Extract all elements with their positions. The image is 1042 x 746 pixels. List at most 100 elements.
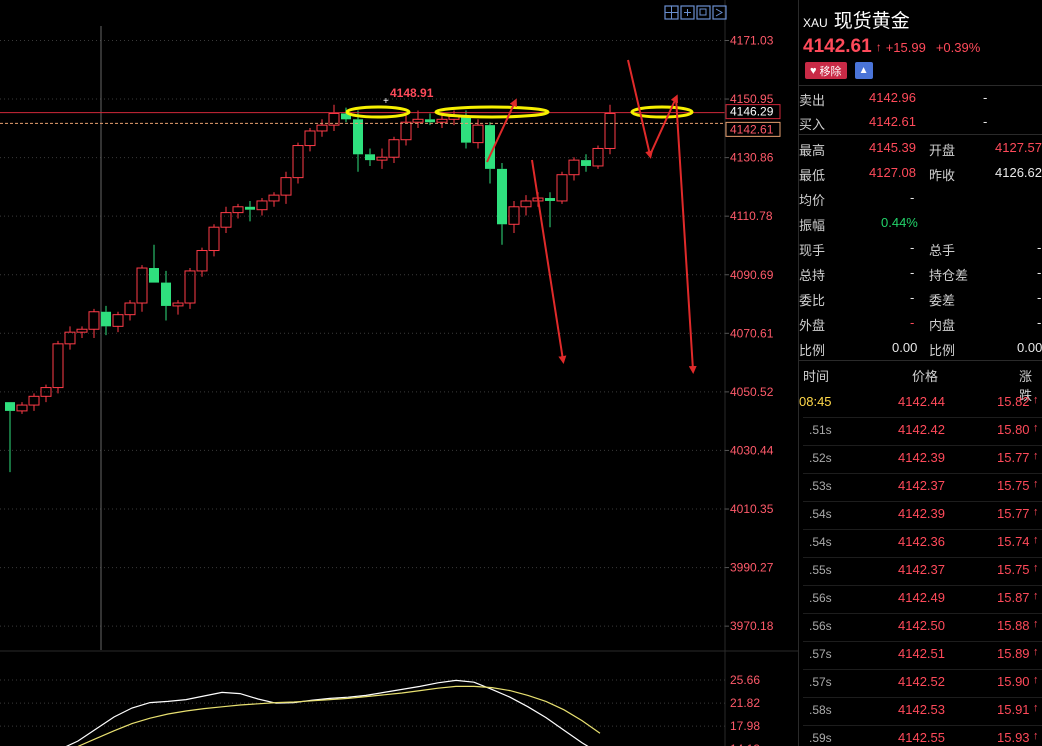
tick-time: .59s bbox=[809, 731, 832, 745]
col-price: 价格 bbox=[912, 369, 939, 384]
amplitude-row: 振幅 0.44% bbox=[799, 215, 918, 233]
tick-row: 08:45 4142.44 15.82 ↑ bbox=[799, 390, 1042, 418]
tick-price: 4142.37 bbox=[898, 478, 945, 493]
tick-time: .57s bbox=[809, 675, 832, 689]
candle-body bbox=[245, 206, 255, 210]
tick-time: .54s bbox=[809, 507, 832, 521]
tick-time: .52s bbox=[809, 451, 832, 465]
tick-row: .52s 4142.39 15.77 ↑ bbox=[799, 446, 1042, 474]
y-tick-label: 3970.18 bbox=[730, 619, 774, 633]
y-tick-label: 4110.78 bbox=[730, 209, 773, 223]
sub-y-tick-label: 14.13 bbox=[730, 742, 760, 746]
tick-time: .55s bbox=[809, 563, 832, 577]
sell-row: 卖出 4142.96 - bbox=[799, 90, 988, 108]
up-arrow-icon: ↑ bbox=[1033, 702, 1039, 714]
y-tick-label: 4130.86 bbox=[730, 151, 774, 165]
tick-time: .56s bbox=[809, 591, 832, 605]
ratio-row: 比例 0.00 比例 0.00 bbox=[799, 340, 1042, 358]
high-open-row: 最高 4145.39 开盘 4127.57 bbox=[799, 140, 1042, 158]
price-change: +15.99 bbox=[885, 39, 926, 55]
instrument-name: 现货黄金 bbox=[833, 10, 910, 32]
up-arrow-icon: ↑ bbox=[1033, 562, 1039, 574]
tick-change: 15.87 bbox=[997, 590, 1030, 605]
price-summary: 4142.61 ↑ +15.99 +0.39% bbox=[803, 36, 990, 58]
price-change-percent: +0.39% bbox=[935, 39, 981, 55]
tick-change: 15.93 bbox=[997, 730, 1030, 745]
outer-inner-row: 外盘 - 内盘 - bbox=[799, 315, 1042, 333]
alert-bell-button[interactable]: ▲ bbox=[854, 62, 873, 79]
candle-body bbox=[461, 116, 471, 143]
high-price-label: 4148.91 bbox=[390, 86, 434, 100]
bell-icon: ▲ bbox=[858, 65, 869, 76]
buy-row: 买入 4142.61 - bbox=[799, 114, 988, 132]
tick-price: 4142.52 bbox=[898, 674, 945, 689]
candle-body bbox=[161, 282, 171, 306]
tick-price: 4142.37 bbox=[898, 562, 945, 577]
tick-change: 15.74 bbox=[997, 534, 1030, 549]
remove-label: 移除 bbox=[819, 65, 842, 78]
quote-title: XAU 现货黄金 bbox=[803, 6, 910, 32]
tick-row: .56s 4142.50 15.88 ↑ bbox=[799, 614, 1042, 642]
last-price-label: 4142.61 bbox=[730, 122, 774, 136]
tick-row: .51s 4142.42 15.80 ↑ bbox=[799, 418, 1042, 446]
tick-price: 4142.51 bbox=[898, 646, 945, 661]
candle-body bbox=[353, 119, 363, 155]
ticks-header: 时间 价格 涨跌 bbox=[799, 366, 1042, 403]
tick-price: 4142.55 bbox=[898, 730, 945, 745]
sub-y-tick-label: 17.98 bbox=[730, 719, 760, 733]
tick-price: 4142.44 bbox=[898, 394, 945, 409]
candle-body bbox=[581, 160, 591, 166]
up-arrow-icon: ↑ bbox=[1033, 534, 1039, 546]
tick-time: .51s bbox=[809, 423, 832, 437]
up-arrow-icon: ↑ bbox=[1033, 394, 1039, 406]
up-arrow-icon: ↑ bbox=[1033, 478, 1039, 490]
y-tick-label: 4150.95 bbox=[730, 92, 774, 106]
candle-body bbox=[497, 168, 507, 225]
candle-body bbox=[425, 119, 435, 123]
tick-time: .57s bbox=[809, 647, 832, 661]
tick-price: 4142.50 bbox=[898, 618, 945, 633]
up-arrow-icon: ↑ bbox=[1033, 618, 1039, 630]
last-price: 4142.61 bbox=[803, 36, 872, 57]
y-tick-label: 4171.03 bbox=[730, 33, 774, 47]
tick-row: .53s 4142.37 15.75 ↑ bbox=[799, 474, 1042, 502]
tick-time: .53s bbox=[809, 479, 832, 493]
divider bbox=[799, 134, 1042, 135]
up-arrow-icon: ↑ bbox=[1033, 646, 1039, 658]
symbol-code: XAU bbox=[803, 16, 828, 30]
current-price-label: 4146.29 bbox=[730, 105, 774, 119]
candle-body bbox=[545, 198, 555, 201]
tick-change: 15.91 bbox=[997, 702, 1030, 717]
quote-panel: XAU 现货黄金 4142.61 ↑ +15.99 +0.39% ♥ 移除 ▲ … bbox=[798, 0, 1042, 746]
up-arrow-icon: ↑ bbox=[1033, 674, 1039, 686]
tick-change: 15.88 bbox=[997, 618, 1030, 633]
candle-body bbox=[365, 154, 375, 161]
tick-row: .54s 4142.39 15.77 ↑ bbox=[799, 502, 1042, 530]
avg-row: 均价 - bbox=[799, 190, 915, 208]
y-tick-label: 4070.61 bbox=[730, 326, 774, 340]
tick-time: 08:45 bbox=[799, 394, 832, 409]
tick-row: .57s 4142.52 15.90 ↑ bbox=[799, 670, 1042, 698]
low-prev-row: 最低 4127.08 昨收 4126.62 bbox=[799, 165, 1042, 183]
tick-row: .58s 4142.53 15.91 ↑ bbox=[799, 698, 1042, 726]
sub-y-tick-label: 21.82 bbox=[730, 696, 760, 710]
up-arrow-icon: ↑ bbox=[1033, 450, 1039, 462]
candle-body bbox=[101, 311, 111, 327]
tick-change: 15.75 bbox=[997, 562, 1030, 577]
tick-time: .54s bbox=[809, 535, 832, 549]
high-marker: + bbox=[383, 96, 389, 107]
remove-watchlist-button[interactable]: ♥ 移除 bbox=[805, 62, 847, 79]
tick-row: .54s 4142.36 15.74 ↑ bbox=[799, 530, 1042, 558]
tick-change: 15.75 bbox=[997, 478, 1030, 493]
up-arrow-icon: ↑ bbox=[1033, 730, 1039, 742]
heart-icon: ♥ bbox=[810, 64, 817, 77]
tick-price: 4142.49 bbox=[898, 590, 945, 605]
price-chart[interactable]: 4146.29 4142.61 4148.91+ 4171.03 4150.95 413… bbox=[0, 0, 798, 746]
y-tick-label: 4030.44 bbox=[730, 443, 774, 457]
y-tick-label: 4050.52 bbox=[730, 385, 774, 399]
tick-change: 15.90 bbox=[997, 674, 1030, 689]
watchlist-actions: ♥ 移除 ▲ bbox=[805, 62, 873, 79]
up-arrow-icon: ↑ bbox=[1033, 506, 1039, 518]
divider bbox=[799, 360, 1042, 361]
tick-change: 15.89 bbox=[997, 646, 1030, 661]
